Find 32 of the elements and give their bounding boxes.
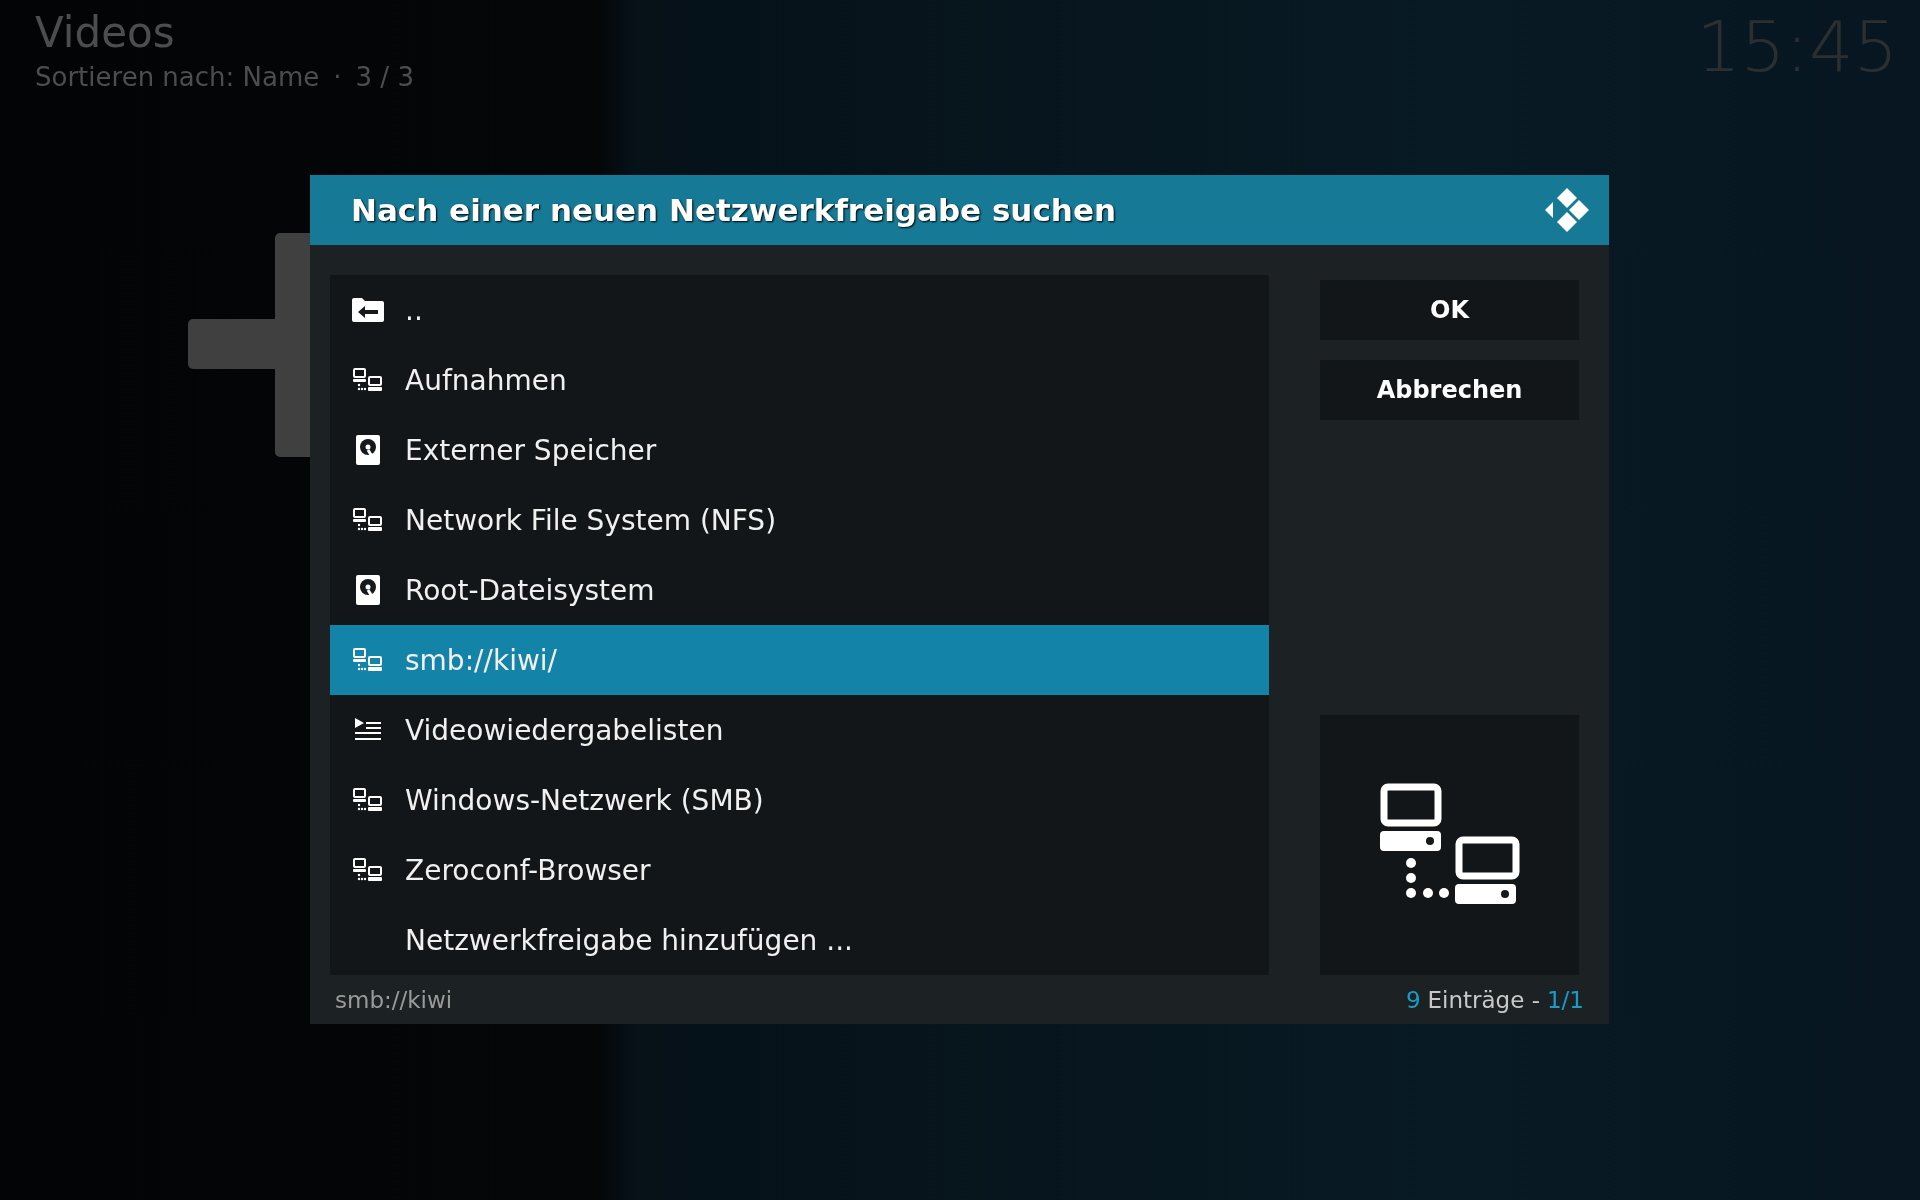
network-icon — [352, 788, 383, 812]
list-item[interactable]: smb://kiwi/ — [330, 625, 1269, 695]
list-item[interactable]: Zeroconf-Browser — [330, 835, 1269, 905]
logo-icon — [1543, 186, 1591, 234]
network-icon — [1379, 783, 1520, 907]
list-item[interactable]: .. — [330, 275, 1269, 345]
folder-back-icon — [350, 297, 385, 323]
list-item[interactable]: Windows-Netzwerk (SMB) — [330, 765, 1269, 835]
network-icon — [352, 858, 383, 882]
dialog-button[interactable]: OK — [1320, 280, 1579, 340]
hard-drive-icon — [354, 575, 381, 605]
network-icon — [352, 508, 383, 532]
page-indicator: 1/1 — [1547, 986, 1584, 1013]
items-label: Einträge - — [1427, 986, 1540, 1013]
dialog-button[interactable]: Abbrechen — [1320, 360, 1579, 420]
list-item[interactable]: Externer Speicher — [330, 415, 1269, 485]
list-item[interactable]: Root-Dateisystem — [330, 555, 1269, 625]
dialog-title: Nach einer neuen Netzwerkfreigabe suchen — [351, 192, 1116, 228]
separator-dot: · — [333, 61, 342, 94]
list-item[interactable]: Videowiedergabelisten — [330, 695, 1269, 765]
hard-drive-icon — [354, 435, 381, 465]
list-item[interactable]: Netzwerkfreigabe hinzufügen ... — [330, 905, 1269, 975]
list-item[interactable]: Network File System (NFS) — [330, 485, 1269, 555]
list-item[interactable]: Aufnahmen — [330, 345, 1269, 415]
network-icon — [352, 648, 383, 672]
item-count: 9 — [1405, 986, 1421, 1013]
page-title: Videos — [35, 7, 176, 59]
playlist-icon — [353, 718, 382, 742]
current-path: smb://kiwi — [335, 986, 453, 1013]
sort-label: Sortieren nach: Name — [35, 61, 320, 94]
network-icon — [352, 368, 383, 392]
item-position: 3 / 3 — [355, 61, 414, 94]
